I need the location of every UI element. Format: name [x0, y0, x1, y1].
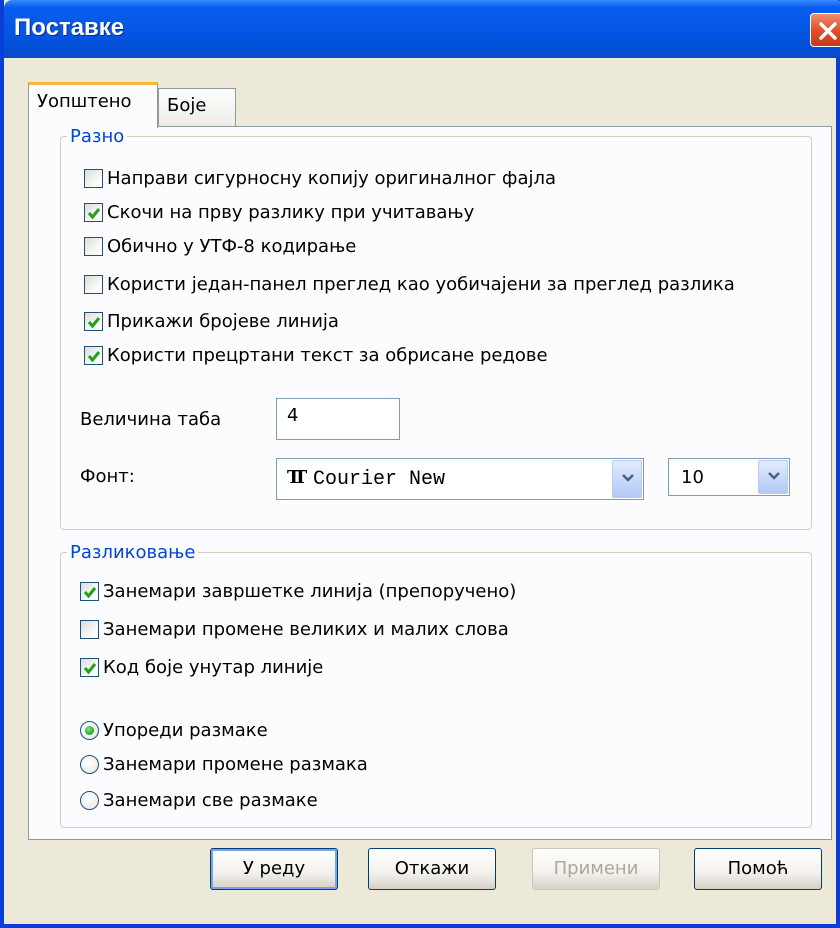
ok-button[interactable]: У реду — [210, 848, 338, 890]
tab-size-input[interactable]: 4 — [276, 398, 400, 440]
check-icon — [87, 350, 101, 362]
show-line-numbers-checkbox[interactable]: Прикажи бројеве линија — [84, 308, 339, 334]
checkbox-box[interactable] — [84, 202, 103, 222]
checkbox-box[interactable] — [80, 657, 99, 677]
check-icon — [83, 662, 97, 674]
checkbox-box[interactable] — [84, 345, 103, 365]
misc-group-legend: Разно — [70, 126, 125, 147]
check-icon — [83, 586, 97, 598]
tab-size-label: Величина таба — [80, 409, 222, 430]
diff-group-legend: Разликовање — [70, 542, 196, 563]
ignore-whitespace-changes-radio[interactable]: Занемари промене размака — [80, 751, 368, 777]
cancel-button[interactable]: Откажи — [368, 848, 496, 890]
font-label: Фонт: — [80, 466, 135, 487]
checkbox-label: Направи сигурносну копију оригиналног фа… — [107, 167, 557, 189]
help-button[interactable]: Помоћ — [694, 848, 822, 890]
radio-circle[interactable] — [80, 790, 99, 810]
window-title: Поставке — [14, 14, 125, 41]
chevron-down-icon — [768, 472, 780, 480]
radio-label: Занемари све размаке — [103, 789, 318, 811]
checkbox-label: Прикажи бројеве линија — [107, 310, 339, 332]
font-select-value: Courier New — [313, 468, 446, 491]
tab-colors[interactable]: Боје — [158, 88, 236, 126]
font-size-value: 10 — [681, 467, 704, 488]
apply-button[interactable]: Примени — [532, 848, 660, 890]
checkbox-label: Користи један-панел преглед као уобичаје… — [107, 273, 735, 295]
radio-label: Упореди размаке — [103, 719, 268, 741]
close-icon — [819, 22, 837, 40]
settings-dialog: Поставке Уопштено Боје Разно Направи сиг… — [0, 0, 840, 928]
title-bar[interactable]: Поставке — [4, 0, 840, 58]
checkbox-box[interactable] — [84, 236, 103, 256]
check-icon — [87, 207, 101, 219]
tab-general[interactable]: Уопштено — [28, 82, 158, 128]
checkbox-box[interactable] — [84, 311, 103, 331]
close-button[interactable] — [810, 13, 840, 47]
inline-color-code-checkbox[interactable]: Код боје унутар линије — [80, 654, 323, 680]
compare-whitespace-radio[interactable]: Упореди размаке — [80, 717, 268, 743]
ignore-line-endings-checkbox[interactable]: Занемари завршетке линија (препоручено) — [80, 578, 516, 604]
ignore-all-whitespace-radio[interactable]: Занемари све размаке — [80, 787, 318, 813]
font-select[interactable]: TT Courier New — [276, 458, 644, 500]
checkbox-label: Занемари завршетке линија (препоручено) — [103, 580, 517, 602]
tab-size-value: 4 — [287, 405, 299, 426]
default-utf8-checkbox[interactable]: Обично у УТФ-8 кодирање — [84, 233, 356, 259]
checkbox-box[interactable] — [80, 581, 99, 601]
radio-circle[interactable] — [80, 720, 99, 740]
chevron-down-icon — [622, 474, 634, 482]
backup-original-checkbox[interactable]: Направи сигурносну копију оригиналног фа… — [84, 165, 556, 191]
checkbox-label: Обично у УТФ-8 кодирање — [107, 235, 357, 257]
checkbox-label: Скочи на прву разлику при учитавању — [107, 201, 475, 223]
single-pane-view-checkbox[interactable]: Користи један-панел преглед као уобичаје… — [84, 271, 735, 297]
checkbox-box[interactable] — [84, 168, 103, 188]
tab-colors-label: Боје — [167, 95, 207, 116]
radio-circle[interactable] — [80, 754, 99, 774]
check-icon — [87, 316, 101, 328]
font-size-select[interactable]: 10 — [668, 458, 790, 496]
font-dropdown-button[interactable] — [612, 460, 642, 498]
radio-dot — [85, 725, 94, 735]
checkbox-label: Занемари промене великих и малих слова — [103, 618, 509, 640]
checkbox-label: Користи прецртани текст за обрисане редо… — [107, 344, 548, 366]
strikethrough-deleted-checkbox[interactable]: Користи прецртани текст за обрисане редо… — [84, 342, 548, 368]
truetype-icon: TT — [287, 467, 307, 488]
font-size-dropdown-button[interactable] — [758, 460, 788, 494]
jump-first-diff-checkbox[interactable]: Скочи на прву разлику при учитавању — [84, 199, 474, 225]
tab-general-label: Уопштено — [37, 91, 132, 112]
radio-label: Занемари промене размака — [103, 753, 368, 775]
ignore-case-checkbox[interactable]: Занемари промене великих и малих слова — [80, 616, 509, 642]
checkbox-box[interactable] — [84, 274, 103, 294]
checkbox-box[interactable] — [80, 619, 99, 639]
checkbox-label: Код боје унутар линије — [103, 656, 324, 678]
